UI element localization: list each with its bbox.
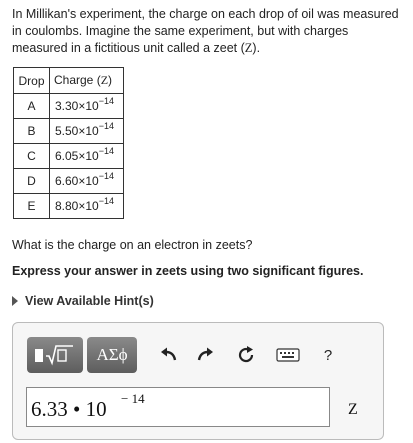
answer-exponent: − 14: [121, 391, 145, 406]
keyboard-icon: [276, 348, 300, 362]
drop-label: D: [13, 168, 50, 194]
charge-value: 6.60×10−14: [49, 168, 124, 194]
reset-button[interactable]: [234, 343, 258, 367]
caret-right-icon: [12, 296, 18, 306]
answer-mantissa: 6.33 • 10: [31, 397, 107, 421]
answer-panel: ΑΣϕ ? 6.33 • 10 − 14 Z: [12, 322, 384, 440]
hints-label: View Available Hint(s): [25, 294, 154, 308]
charge-value: 3.30×10−14: [49, 93, 124, 119]
greek-symbols-button[interactable]: ΑΣϕ: [87, 337, 137, 373]
question-text: What is the charge on an electron in zee…: [12, 238, 253, 252]
table-row: C 6.05×10−14: [13, 143, 124, 169]
header-charge: Charge (Z): [49, 67, 124, 94]
reset-icon: [238, 346, 254, 363]
table-row: D 6.60×10−14: [13, 168, 124, 194]
undo-button[interactable]: [157, 343, 181, 367]
table-header-row: Drop Charge (Z): [13, 67, 124, 94]
templates-icon: [35, 345, 73, 366]
header-drop: Drop: [13, 67, 50, 94]
table-row: A 3.30×10−14: [13, 93, 124, 119]
templates-button[interactable]: [27, 337, 83, 373]
drop-label: B: [13, 118, 50, 144]
charge-value: 5.50×10−14: [49, 118, 124, 144]
answer-input[interactable]: 6.33 • 10 − 14: [26, 387, 330, 427]
help-button[interactable]: ?: [316, 343, 340, 367]
charge-value: 8.80×10−14: [49, 193, 124, 219]
redo-icon: [197, 347, 213, 361]
charge-value: 6.05×10−14: [49, 143, 124, 169]
charge-table: Drop Charge (Z) A 3.30×10−14 B 5.50×10−1…: [13, 67, 124, 219]
math-toolbar: ΑΣϕ ?: [27, 337, 373, 373]
redo-button[interactable]: [193, 343, 217, 367]
drop-label: E: [13, 193, 50, 219]
table-row: E 8.80×10−14: [13, 193, 124, 219]
keyboard-button[interactable]: [274, 343, 302, 367]
drop-label: A: [13, 93, 50, 119]
problem-intro: In Millikan's experiment, the charge on …: [12, 7, 399, 55]
view-hints-link[interactable]: View Available Hint(s): [12, 294, 154, 308]
drop-label: C: [13, 143, 50, 169]
answer-unit: Z: [348, 401, 358, 418]
undo-icon: [161, 347, 177, 361]
table-row: B 5.50×10−14: [13, 118, 124, 144]
instruction-text: Express your answer in zeets using two s…: [12, 264, 364, 278]
